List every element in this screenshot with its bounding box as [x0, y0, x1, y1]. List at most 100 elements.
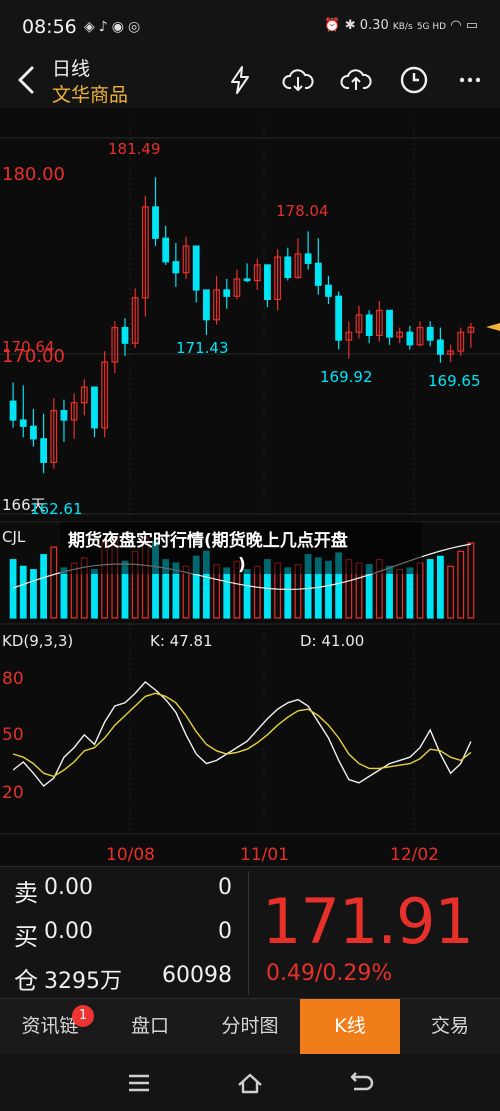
tab-trade[interactable]: 交易 — [400, 999, 500, 1055]
volume-bar — [284, 567, 292, 619]
candle-body — [314, 262, 322, 286]
last-price: 171.91 — [262, 885, 474, 958]
sell-volume: 0 — [218, 875, 232, 900]
kline-chart[interactable]: 180.00 170.64 170.00 166天 181.49 178.04 … — [0, 118, 500, 866]
candle-body — [325, 284, 332, 297]
volume-bar — [40, 554, 48, 619]
price-label-170: 170.00 — [2, 346, 65, 367]
notification-icons: ◈♪◉◎ — [84, 19, 144, 35]
more-icon[interactable] — [454, 64, 486, 96]
tab-orderbook[interactable]: 盘口 — [100, 999, 200, 1055]
battery-icon: ▭ — [465, 18, 478, 33]
wifi-icon: ◠ — [450, 18, 462, 33]
candle-body — [152, 206, 159, 239]
status-right: ⏰ ✱ 0.30 KB/s 5G HD ◠ ▭ — [324, 18, 478, 33]
annotation-high-181: 181.49 — [108, 140, 161, 158]
price-label-180: 180.00 — [2, 164, 65, 185]
candle-body — [304, 253, 312, 264]
last-price-marker — [486, 323, 500, 331]
sell-row[interactable]: 卖 0.00 0 — [14, 867, 242, 911]
volume-bar — [406, 567, 414, 619]
candle-body — [223, 289, 231, 297]
back-icon[interactable] — [12, 62, 42, 98]
k-value: K: 47.81 — [150, 632, 213, 650]
candle-body — [386, 309, 393, 338]
volume-bar — [60, 567, 68, 619]
status-time: 08:56 — [22, 16, 77, 38]
tab-timeshare[interactable]: 分时图 — [200, 999, 300, 1055]
date-label-1202: 12/02 — [390, 845, 439, 865]
tab-news[interactable]: 资讯链 1 — [0, 999, 100, 1055]
exchange-name: 文华商品 — [52, 84, 129, 106]
quote-divider — [248, 871, 249, 995]
candle-body — [162, 237, 170, 263]
candle-body — [406, 331, 414, 346]
candle-body — [335, 295, 343, 341]
volume-bar — [447, 565, 454, 619]
system-nav-bar — [0, 1054, 500, 1111]
buy-price: 0.00 — [44, 919, 93, 944]
kd-scale-50: 50 — [2, 725, 24, 745]
candle-body — [172, 261, 180, 274]
buy-row[interactable]: 买 0.00 0 — [14, 911, 242, 955]
menu-icon[interactable] — [124, 1068, 154, 1098]
lightning-icon[interactable] — [224, 64, 256, 96]
position-volume: 60098 — [162, 963, 232, 988]
bluetooth-icon: ✱ — [344, 18, 356, 33]
candle-body — [121, 326, 129, 344]
buy-label: 买 — [14, 923, 38, 951]
volume-bar — [223, 567, 231, 619]
annotation-low-16992: 169.92 — [320, 368, 373, 386]
annotation-low-171: 171.43 — [176, 339, 229, 357]
candle-body — [60, 410, 68, 421]
position-row: 仓 3295万 60098 — [14, 955, 242, 999]
chart-canvas[interactable]: 180.00 170.64 170.00 166天 181.49 178.04 … — [0, 118, 500, 866]
volume-bar — [19, 565, 27, 619]
sell-label: 卖 — [14, 879, 38, 907]
cloud-download-icon[interactable] — [282, 64, 314, 96]
cloud-upload-icon[interactable] — [340, 64, 372, 96]
home-icon[interactable] — [235, 1068, 265, 1098]
volume-bar — [386, 565, 393, 619]
candle-body — [436, 339, 444, 355]
net-speed: 0.30 KB/s — [359, 18, 413, 33]
candle-body — [192, 245, 200, 291]
signal-icon: 5G HD — [416, 22, 447, 32]
back-nav-icon[interactable] — [346, 1068, 376, 1098]
date-label-1101: 11/01 — [240, 845, 289, 865]
candle-body — [30, 425, 37, 440]
sell-price: 0.00 — [44, 875, 93, 900]
quote-panel: 卖 0.00 0 买 0.00 0 仓 3295万 60098 171.91 0… — [0, 866, 500, 998]
volume-bar — [436, 555, 444, 619]
volume-bar — [243, 569, 251, 619]
candle-body — [202, 289, 210, 321]
position-label: 仓 — [14, 967, 38, 995]
annotation-high-178: 178.04 — [276, 202, 329, 220]
wechat-icon: ◎ — [127, 19, 145, 35]
candle-body — [243, 278, 251, 282]
volume-bar — [467, 542, 475, 619]
position-value: 3295万 — [44, 969, 122, 994]
header: 日线 文华商品 — [0, 52, 500, 108]
tab-kline[interactable]: K线 — [300, 999, 400, 1055]
volume-bar — [50, 546, 58, 619]
kd-scale-20: 20 — [2, 783, 24, 803]
d-value: D: 41.00 — [300, 632, 364, 650]
volume-bar — [182, 565, 190, 619]
annotation-low-16965: 169.65 — [428, 372, 481, 390]
kd-label: KD(9,3,3) — [2, 632, 73, 650]
news-badge: 1 — [72, 1005, 94, 1027]
kd-scale-80: 80 — [2, 669, 24, 689]
d-line — [12, 692, 472, 778]
buy-volume: 0 — [218, 919, 232, 944]
cjl-label: CJL — [2, 528, 26, 546]
candle-body — [284, 256, 292, 279]
annotation-low-16261: 162.61 — [30, 500, 83, 518]
map-pin-icon: ◉ — [111, 19, 128, 35]
candle-body — [426, 326, 434, 341]
price-change: 0.49/0.29% — [266, 961, 393, 986]
clock-icon[interactable] — [398, 64, 430, 96]
candle-body — [9, 400, 17, 421]
page-title: 日线 — [52, 58, 91, 80]
date-label-1008: 10/08 — [106, 845, 155, 865]
